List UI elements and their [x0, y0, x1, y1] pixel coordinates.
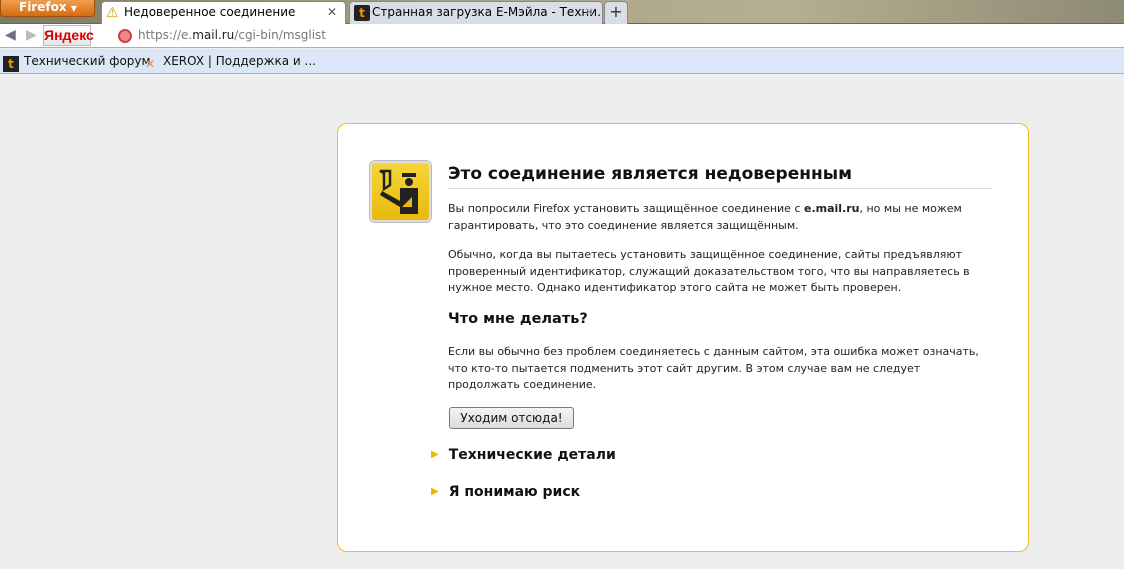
- forum-icon: t: [354, 5, 370, 21]
- site-identity-icon[interactable]: [118, 29, 132, 43]
- forum-icon: t: [3, 56, 19, 72]
- tab-bar: Firefox ▼ ⚠ Недоверенное соединение ✕ t …: [0, 0, 1124, 24]
- tab-untrusted-connection[interactable]: ⚠ Недоверенное соединение ✕: [101, 1, 346, 24]
- expand-triangle-icon: ▶: [431, 486, 439, 497]
- close-tab-icon[interactable]: ✕: [327, 2, 337, 23]
- expander-label: Я понимаю риск: [448, 484, 581, 500]
- back-icon[interactable]: ◀: [5, 27, 16, 43]
- understand-risks-expander[interactable]: ▶ Я понимаю риск: [431, 484, 580, 500]
- bookmark-xerox[interactable]: ✕ XEROX | Поддержка и ...: [142, 54, 316, 72]
- bookmarks-bar: t Технический форум ✕ XEROX | Поддержка и …: [0, 49, 1124, 74]
- technical-details-expander[interactable]: ▶ Технические детали: [431, 447, 616, 463]
- chevron-down-icon: ▼: [70, 4, 77, 13]
- warning-icon: ⚠: [106, 5, 119, 21]
- navigation-bar: ◀ ▶ Яндекс https://e.mail.ru/cgi-bin/msg…: [0, 24, 1124, 48]
- tab-title: Недоверенное соединение: [124, 5, 296, 19]
- what-to-do-heading: Что мне делать?: [448, 311, 588, 327]
- bookmark-label: Технический форум: [24, 54, 151, 68]
- tab-title: Странная загрузка E-Мэйла - Техни...: [372, 5, 603, 19]
- error-explanation: Обычно, когда вы пытаетесь установить за…: [448, 248, 970, 294]
- search-engine-button[interactable]: Яндекс: [43, 25, 94, 46]
- firefox-menu-button[interactable]: Firefox ▼: [0, 0, 95, 17]
- error-intro: Вы попросили Firefox установить защищённ…: [448, 201, 993, 234]
- intro-text: Вы попросили Firefox установить защищённ…: [448, 202, 804, 215]
- url-bar[interactable]: https://e.mail.ru/cgi-bin/msglist: [138, 28, 326, 42]
- host-name: e.mail.ru: [804, 202, 860, 215]
- xerox-icon: ✕: [144, 57, 156, 71]
- close-tab-icon[interactable]: ✕: [584, 2, 594, 23]
- tab-forum[interactable]: t Странная загрузка E-Мэйла - Техни... ✕: [349, 1, 603, 24]
- expander-label: Технические детали: [448, 447, 616, 463]
- expand-triangle-icon: ▶: [431, 449, 439, 460]
- new-tab-button[interactable]: +: [604, 1, 628, 24]
- firefox-menu-label: Firefox: [19, 0, 67, 14]
- url-path: /cgi-bin/msglist: [234, 28, 327, 42]
- url-prefix: https://e.: [138, 28, 193, 42]
- what-to-do-text: Если вы обычно без проблем соединяетесь …: [448, 345, 979, 391]
- bookmark-label: XEROX | Поддержка и ...: [163, 54, 316, 68]
- error-title: Это соединение является недоверенным: [448, 164, 992, 189]
- forward-icon[interactable]: ▶: [26, 27, 37, 43]
- url-domain: mail.ru: [192, 28, 235, 42]
- get-me-out-button[interactable]: Уходим отсюда!: [449, 407, 574, 429]
- security-guard-icon: [370, 161, 431, 222]
- bookmark-tech-forum[interactable]: t Технический форум: [3, 54, 151, 72]
- error-card: Это соединение является недоверенным Вы …: [337, 123, 1029, 552]
